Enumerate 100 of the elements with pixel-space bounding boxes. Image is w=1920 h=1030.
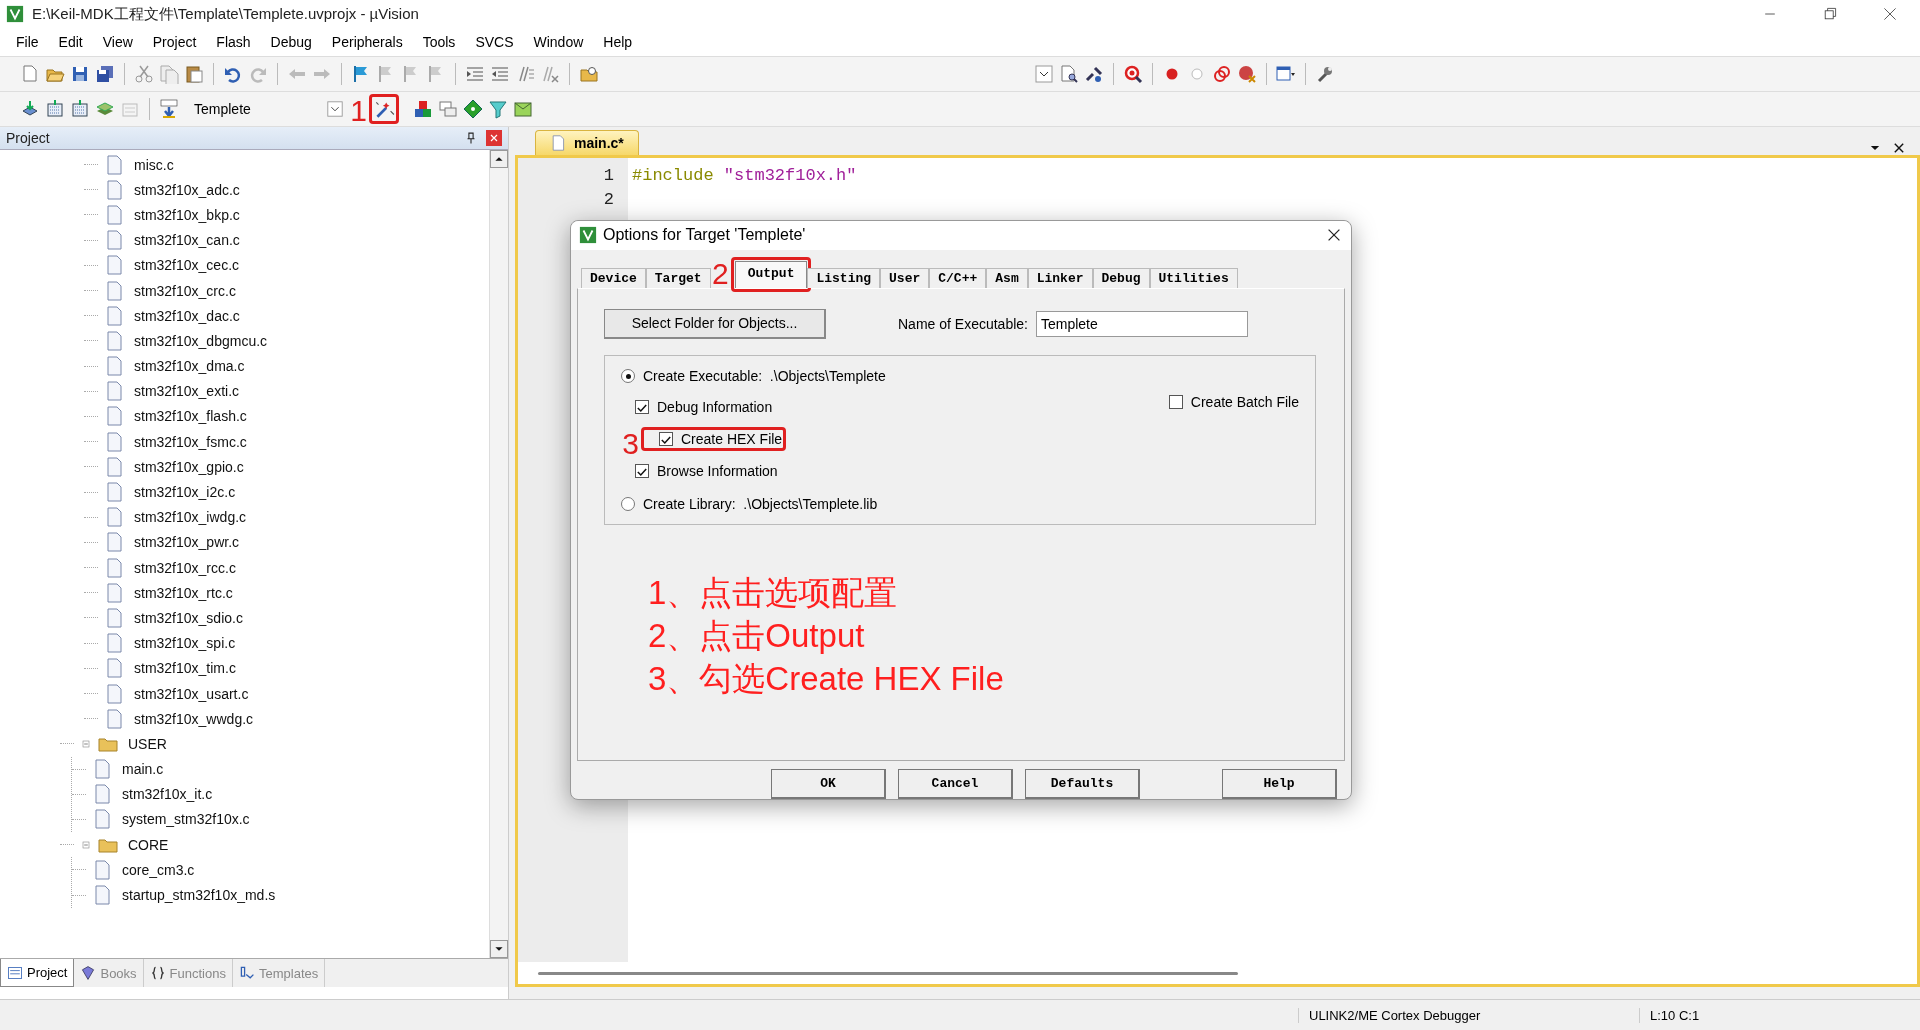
file-label[interactable]: stm32f10x_rcc.c xyxy=(130,559,236,576)
dialog-button[interactable]: Help xyxy=(1222,769,1337,799)
file-label[interactable]: stm32f10x_gpio.c xyxy=(130,458,244,475)
build-icon[interactable] xyxy=(45,99,65,119)
file-label[interactable]: system_stm32f10x.c xyxy=(118,811,250,828)
menu-item[interactable]: Window xyxy=(523,31,594,53)
scrollbar-thumb[interactable] xyxy=(538,971,1238,975)
file-label[interactable]: stm32f10x_dma.c xyxy=(130,358,245,375)
dialog-button[interactable]: OK xyxy=(771,769,886,799)
menu-item[interactable]: Help xyxy=(593,31,643,53)
panel-title: Project xyxy=(6,130,51,146)
window-icon[interactable] xyxy=(1276,64,1296,84)
file-label[interactable]: stm32f10x_exti.c xyxy=(130,383,240,400)
menu-item[interactable]: Project xyxy=(142,31,207,53)
dialog-tab[interactable]: User xyxy=(880,267,930,288)
dialog-tab[interactable]: Debug xyxy=(1092,267,1150,288)
build-icon[interactable] xyxy=(70,99,90,119)
close-icon[interactable] xyxy=(1882,6,1898,22)
annotation-note: 1、点击选项配置 xyxy=(648,572,899,613)
file-label[interactable]: main.c xyxy=(118,761,164,778)
file-label[interactable]: stm32f10x_bkp.c xyxy=(130,206,240,223)
target-select[interactable]: Templete xyxy=(184,98,344,120)
magnifier-icon[interactable] xyxy=(1123,64,1143,84)
windows-icon[interactable] xyxy=(438,99,458,119)
blocks-icon[interactable] xyxy=(413,99,433,119)
file-label[interactable]: stm32f10x_tim.c xyxy=(130,660,236,677)
file-label[interactable]: stm32f10x_flash.c xyxy=(130,408,247,425)
paste-icon[interactable] xyxy=(184,64,204,84)
file-label[interactable]: stm32f10x_usart.c xyxy=(130,685,249,702)
dialog-tab[interactable]: C/C++ xyxy=(929,267,987,288)
file-label[interactable]: stm32f10x_can.c xyxy=(130,232,240,249)
dialog-tab[interactable]: Target xyxy=(645,267,711,288)
folder-search-icon[interactable] xyxy=(579,64,599,84)
file-label[interactable]: stm32f10x_fsmc.c xyxy=(130,433,247,450)
diamond-icon[interactable] xyxy=(463,99,483,119)
radio-option[interactable]: Create Library: .\Objects\Templete.lib xyxy=(621,495,878,512)
file-label[interactable]: stm32f10x_rtc.c xyxy=(130,584,233,601)
menu-item[interactable]: Debug xyxy=(260,31,322,53)
file-label[interactable]: stm32f10x_adc.c xyxy=(130,181,240,198)
file-label[interactable]: stm32f10x_dac.c xyxy=(130,307,240,324)
file-label[interactable]: startup_stm32f10x_md.s xyxy=(118,887,276,904)
panel-tab[interactable]: Project xyxy=(0,959,75,987)
file-label[interactable]: stm32f10x_crc.c xyxy=(130,282,236,299)
file-tab[interactable]: main.c* xyxy=(535,130,639,155)
menu-item[interactable]: Peripherals xyxy=(321,31,413,53)
menu-item[interactable]: Tools xyxy=(412,31,466,53)
project-icon xyxy=(7,964,23,981)
menu-item[interactable]: Edit xyxy=(48,31,93,53)
dialog-tab[interactable]: Output xyxy=(734,260,808,288)
status-text: ULINK2/ME Cortex Debugger xyxy=(1298,1007,1639,1023)
menu-item[interactable]: File xyxy=(6,31,49,53)
dialog-button[interactable]: Cancel xyxy=(898,769,1013,799)
outdent-icon[interactable] xyxy=(490,64,510,84)
folder-label[interactable]: USER xyxy=(124,735,167,752)
restore-icon[interactable] xyxy=(1822,6,1838,22)
file-label[interactable]: stm32f10x_dbgmcu.c xyxy=(130,332,268,349)
scissors-icon[interactable] xyxy=(134,64,154,84)
uncomment-icon[interactable] xyxy=(540,64,560,84)
panel-close-button[interactable] xyxy=(486,130,502,146)
menu-item[interactable]: View xyxy=(92,31,143,53)
file-label[interactable]: core_cm3.c xyxy=(118,861,195,878)
file-label[interactable]: misc.c xyxy=(130,156,174,173)
file-label[interactable]: stm32f10x_pwr.c xyxy=(130,534,240,551)
menu-item[interactable]: SVCS xyxy=(465,31,524,53)
cursor-position: L:10 C:1 xyxy=(1639,1007,1920,1023)
file-label[interactable]: stm32f10x_cec.c xyxy=(130,257,240,274)
save-all-icon[interactable] xyxy=(95,64,115,84)
load-icon[interactable] xyxy=(159,99,179,119)
dialog-tab[interactable]: Asm xyxy=(986,267,1028,288)
checkbox-option[interactable]: Browse Information xyxy=(635,463,778,480)
save-icon[interactable] xyxy=(70,64,90,84)
dialog-button[interactable]: Defaults xyxy=(1025,769,1140,799)
checkbox-option[interactable]: Create Batch File xyxy=(1168,393,1299,410)
linked-rings-icon[interactable] xyxy=(1212,64,1232,84)
executable-name-field[interactable]: Templete xyxy=(1035,310,1248,337)
checkbox-option[interactable]: Create HEX File xyxy=(659,431,783,448)
wrench-icon[interactable] xyxy=(1315,64,1335,84)
file-label[interactable]: stm32f10x_wwdg.c xyxy=(130,710,254,727)
dialog-tab[interactable]: Device xyxy=(581,267,646,288)
file-label[interactable]: stm32f10x_sdio.c xyxy=(130,609,243,626)
dialog-tab[interactable]: Utilities xyxy=(1149,267,1238,288)
dialog-tab[interactable]: Linker xyxy=(1027,267,1093,288)
document-search-icon[interactable] xyxy=(1059,64,1079,84)
file-label[interactable]: stm32f10x_i2c.c xyxy=(130,484,236,501)
checkbox-option[interactable]: Debug Information xyxy=(635,398,773,415)
debug-arrows-icon[interactable] xyxy=(1084,64,1104,84)
dialog-tab[interactable]: Listing xyxy=(807,267,881,288)
close-icon[interactable] xyxy=(1892,141,1906,155)
file-label[interactable]: stm32f10x_iwdg.c xyxy=(130,509,247,526)
funnel-icon[interactable] xyxy=(488,99,508,119)
menu-item[interactable]: Flash xyxy=(206,31,261,53)
folder-label[interactable]: CORE xyxy=(124,836,169,853)
file-label[interactable]: stm32f10x_it.c xyxy=(118,786,213,803)
file-icon xyxy=(104,506,124,529)
radio-option[interactable]: Create Executable: .\Objects\Templete xyxy=(621,368,886,385)
file-icon xyxy=(104,531,124,554)
file-label[interactable]: stm32f10x_spi.c xyxy=(130,635,236,652)
select-folder-button[interactable]: Select Folder for Objects... xyxy=(604,308,826,339)
indent-icon[interactable] xyxy=(465,64,485,84)
scrollbar[interactable] xyxy=(489,150,508,958)
